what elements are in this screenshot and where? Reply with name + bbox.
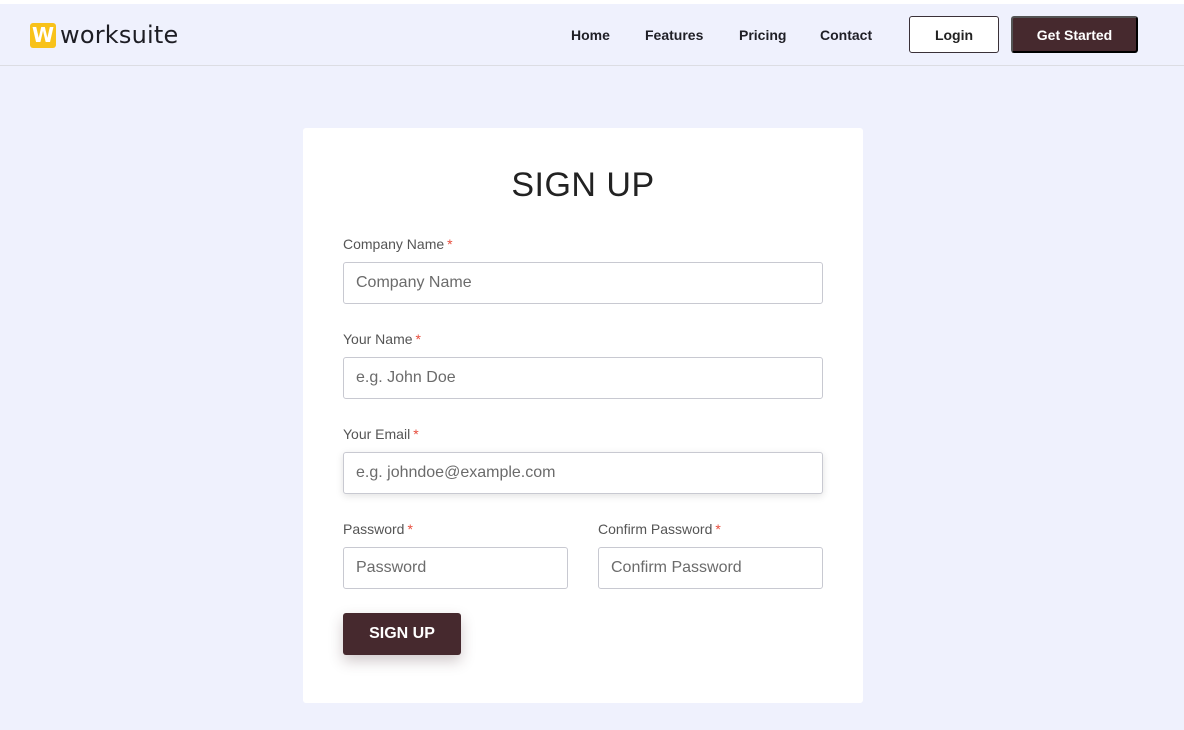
company-name-label: Company Name * (343, 236, 453, 252)
your-name-input[interactable] (343, 357, 823, 399)
get-started-button[interactable]: Get Started (1011, 16, 1138, 53)
required-mark: * (413, 426, 419, 442)
company-name-label-text: Company Name (343, 236, 445, 252)
required-mark: * (715, 521, 721, 537)
required-mark: * (407, 521, 413, 537)
your-email-input[interactable] (343, 452, 823, 494)
confirm-password-label: Confirm Password * (598, 521, 721, 537)
your-email-label-text: Your Email (343, 426, 411, 442)
logo-text: worksuite (60, 21, 179, 49)
logo[interactable]: W worksuite (30, 21, 179, 49)
nav-pricing[interactable]: Pricing (739, 27, 786, 43)
nav-home[interactable]: Home (571, 27, 610, 43)
password-input[interactable] (343, 547, 568, 589)
required-mark: * (415, 331, 421, 347)
signup-card: SIGN UP Company Name* Your Name* Your Em… (303, 128, 863, 703)
password-label-text: Password (343, 521, 405, 537)
site-header: W worksuite Home Features Pricing Contac… (0, 4, 1184, 66)
login-button[interactable]: Login (909, 16, 999, 53)
required-mark: * (447, 236, 453, 252)
confirm-password-label-text: Confirm Password (598, 521, 713, 537)
nav-features[interactable]: Features (645, 27, 703, 43)
company-name-input[interactable] (343, 262, 823, 304)
worksuite-logo-icon: W (30, 22, 56, 48)
your-email-label: Your Email * (343, 426, 419, 442)
page-title: SIGN UP (511, 166, 655, 204)
nav-contact[interactable]: Contact (820, 27, 872, 43)
password-label: Password * (343, 521, 413, 537)
your-name-label-text: Your Name (343, 331, 413, 347)
sign-up-button[interactable]: SIGN UP (343, 613, 461, 655)
your-name-label: Your Name * (343, 331, 421, 347)
confirm-password-input[interactable] (598, 547, 823, 589)
